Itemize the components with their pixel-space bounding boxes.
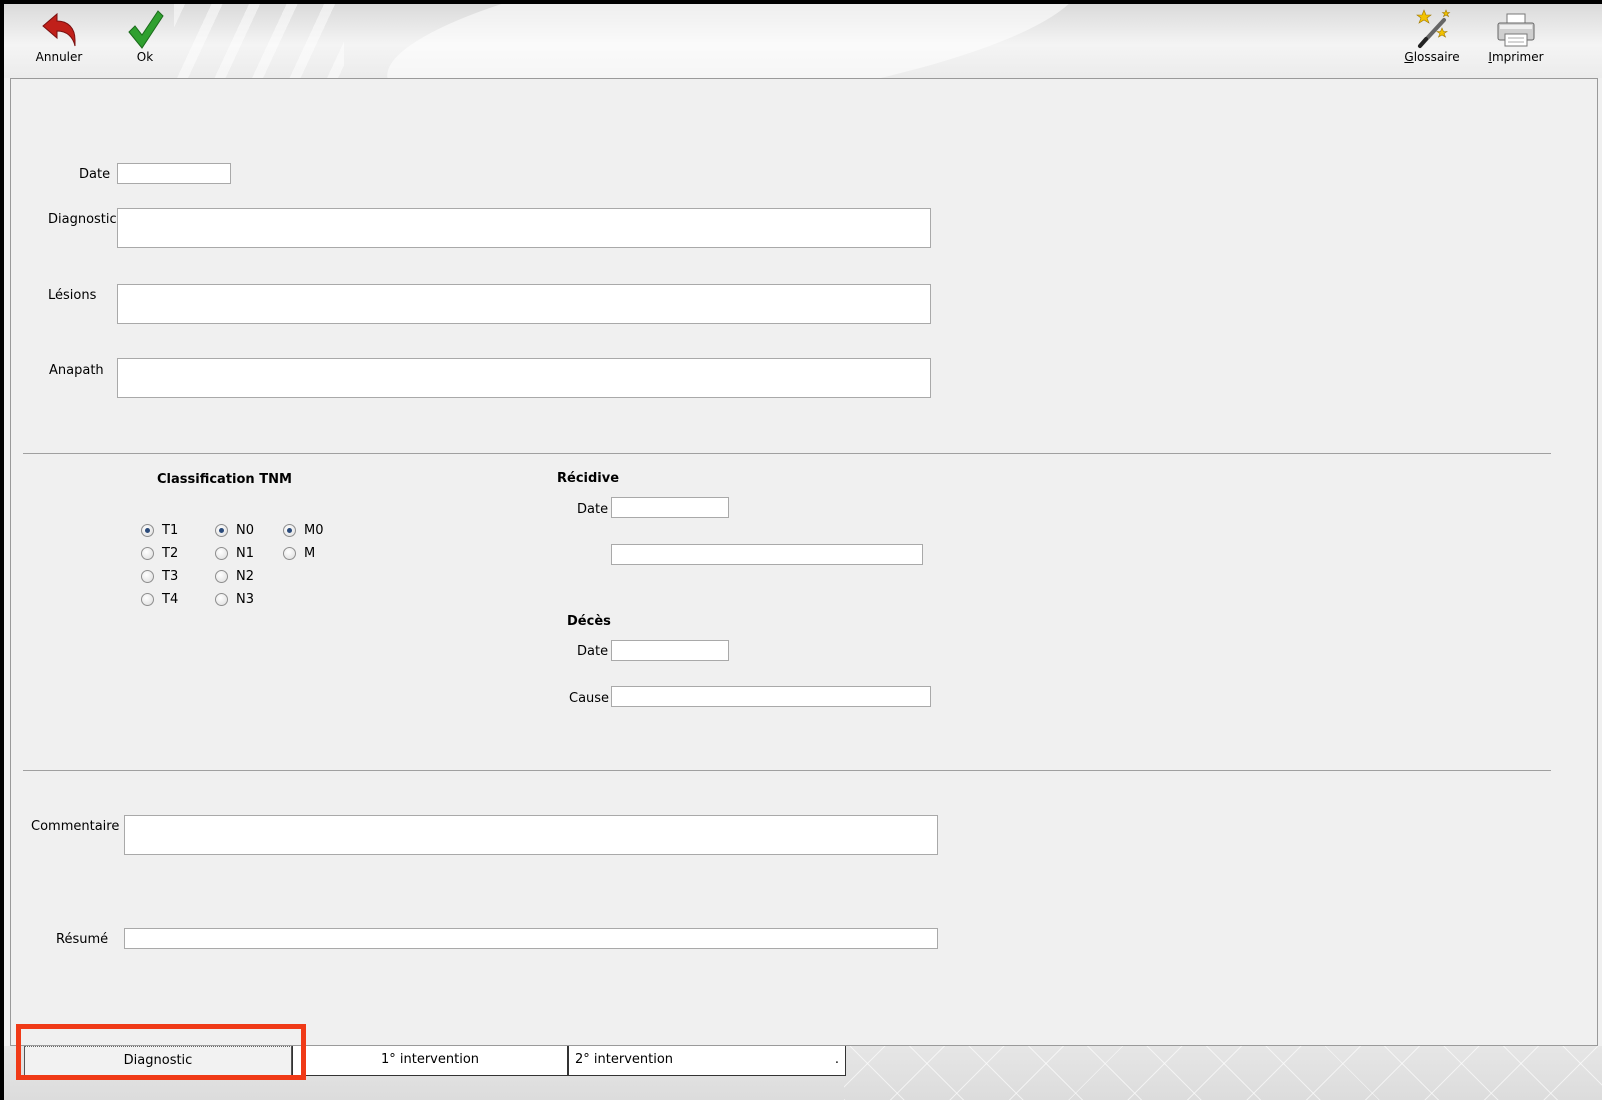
radio-n3[interactable]: N3 xyxy=(215,592,254,607)
cancel-button[interactable]: Annuler xyxy=(32,8,86,76)
checkmark-icon xyxy=(128,10,164,49)
diagnostic-field[interactable] xyxy=(117,208,931,248)
print-label: Imprimer xyxy=(1488,50,1544,64)
ok-label: Ok xyxy=(136,50,154,64)
glossary-button[interactable]: Glossaire xyxy=(1400,8,1464,76)
radio-t1[interactable]: T1 xyxy=(141,523,178,538)
toolbar-decoration xyxy=(174,4,344,78)
radio-unselected-icon xyxy=(141,593,154,606)
radio-t4[interactable]: T4 xyxy=(141,592,178,607)
commentaire-field[interactable] xyxy=(124,815,938,855)
radio-unselected-icon xyxy=(141,547,154,560)
diagnostic-label: Diagnostic xyxy=(48,212,117,227)
toolbar: Annuler Ok Glossaire Imprimer xyxy=(4,4,1602,78)
anapath-field[interactable] xyxy=(117,358,931,398)
undo-arrow-icon xyxy=(42,12,76,47)
diagnostic-panel: Date Diagnostic Lésions Anapath Classifi… xyxy=(10,78,1598,1046)
resume-field[interactable] xyxy=(124,928,938,949)
magic-wand-icon xyxy=(1416,9,1451,48)
radio-m[interactable]: M xyxy=(283,546,315,561)
lesions-field[interactable] xyxy=(117,284,931,324)
radio-n0[interactable]: N0 xyxy=(215,523,254,538)
radio-t2[interactable]: T2 xyxy=(141,546,178,561)
deces-date-label: Date xyxy=(577,644,609,659)
separator xyxy=(23,770,1551,771)
date-field[interactable] xyxy=(117,163,231,184)
radio-unselected-icon xyxy=(215,593,228,606)
radio-n1[interactable]: N1 xyxy=(215,546,254,561)
lesions-label: Lésions xyxy=(48,288,97,303)
glossary-label: Glossaire xyxy=(1404,50,1460,64)
printer-icon xyxy=(1497,13,1535,47)
print-button[interactable]: Imprimer xyxy=(1484,8,1548,76)
tnm-title: Classification TNM xyxy=(157,472,292,487)
recidive-title: Récidive xyxy=(557,471,620,486)
recidive-date-label: Date xyxy=(577,502,609,517)
radio-selected-icon xyxy=(141,524,154,537)
cancel-label: Annuler xyxy=(35,50,83,64)
date-label: Date xyxy=(79,167,111,182)
commentaire-label: Commentaire xyxy=(31,819,120,834)
tab-first-intervention[interactable]: 1° intervention xyxy=(292,1046,568,1076)
tab-strip: Diagnostic 1° intervention 2° interventi… xyxy=(4,1046,1602,1100)
tab-diagnostic[interactable]: Diagnostic xyxy=(24,1046,292,1076)
toolbar-decoration xyxy=(376,4,1092,78)
radio-selected-icon xyxy=(283,524,296,537)
radio-t3[interactable]: T3 xyxy=(141,569,178,584)
radio-unselected-icon xyxy=(283,547,296,560)
deces-date-field[interactable] xyxy=(611,640,729,661)
tabstrip-decoration xyxy=(844,1046,1602,1100)
radio-unselected-icon xyxy=(141,570,154,583)
app-window: Annuler Ok Glossaire Imprimer Date Diagn… xyxy=(4,4,1602,1100)
deces-title: Décès xyxy=(567,614,611,629)
separator xyxy=(23,453,1551,454)
recidive-date-field[interactable] xyxy=(611,497,729,518)
resume-label: Résumé xyxy=(56,932,109,947)
tab-second-intervention[interactable]: 2° intervention . xyxy=(568,1046,846,1076)
deces-cause-field[interactable] xyxy=(611,686,931,707)
anapath-label: Anapath xyxy=(49,363,104,378)
ok-button[interactable]: Ok xyxy=(122,8,168,76)
radio-m0[interactable]: M0 xyxy=(283,523,324,538)
radio-unselected-icon xyxy=(215,570,228,583)
radio-selected-icon xyxy=(215,524,228,537)
radio-n2[interactable]: N2 xyxy=(215,569,254,584)
radio-unselected-icon xyxy=(215,547,228,560)
recidive-detail-field[interactable] xyxy=(611,544,923,565)
deces-cause-label: Cause xyxy=(569,691,610,706)
